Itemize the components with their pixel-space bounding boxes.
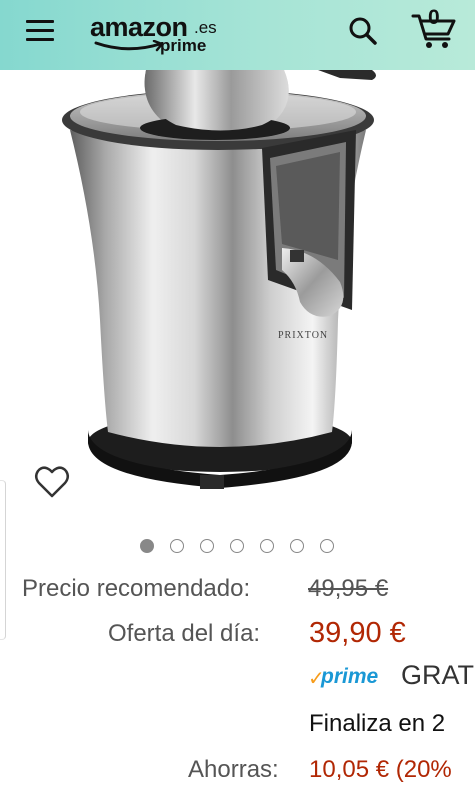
deal-ends-text: Finaliza en 2 [309, 710, 446, 737]
top-nav-bar: amazon .es prime 0 [0, 0, 475, 70]
side-panel-edge[interactable] [0, 480, 6, 640]
search-icon[interactable] [346, 14, 380, 48]
carousel-dot[interactable] [200, 539, 214, 553]
savings-value: 10,05 € (20% [309, 756, 452, 783]
shipping-text: GRAT [401, 660, 474, 690]
deal-price-value: 39,90 € [309, 617, 406, 649]
carousel-dot[interactable] [230, 539, 244, 553]
savings-label: Ahorras: [188, 756, 279, 783]
product-brand-mark: PRIXTON [278, 330, 328, 341]
heart-outline-icon[interactable] [32, 462, 72, 502]
cart-icon[interactable]: 0 [410, 6, 458, 50]
list-price-label: Precio recomendado: [22, 575, 251, 602]
carousel-dot[interactable] [290, 539, 304, 553]
cart-count-badge: 0 [428, 6, 440, 29]
carousel-dot[interactable] [140, 539, 154, 553]
product-image[interactable]: PRIXTON [0, 70, 475, 520]
logo-smile-icon [94, 40, 164, 52]
prime-badge-label: prime [321, 665, 379, 688]
logo-prime: prime [160, 36, 207, 55]
prime-badge: ✓ prime [308, 664, 388, 690]
carousel-dot[interactable] [170, 539, 184, 553]
carousel-dot[interactable] [260, 539, 274, 553]
hamburger-menu-icon[interactable] [26, 18, 56, 42]
carousel-dot[interactable] [320, 539, 334, 553]
deal-price-label: Oferta del día: [108, 620, 261, 647]
logo-tld: .es [194, 18, 217, 37]
list-price-value: 49,95 € [308, 575, 389, 602]
amazon-prime-logo[interactable]: amazon .es prime [90, 10, 225, 58]
